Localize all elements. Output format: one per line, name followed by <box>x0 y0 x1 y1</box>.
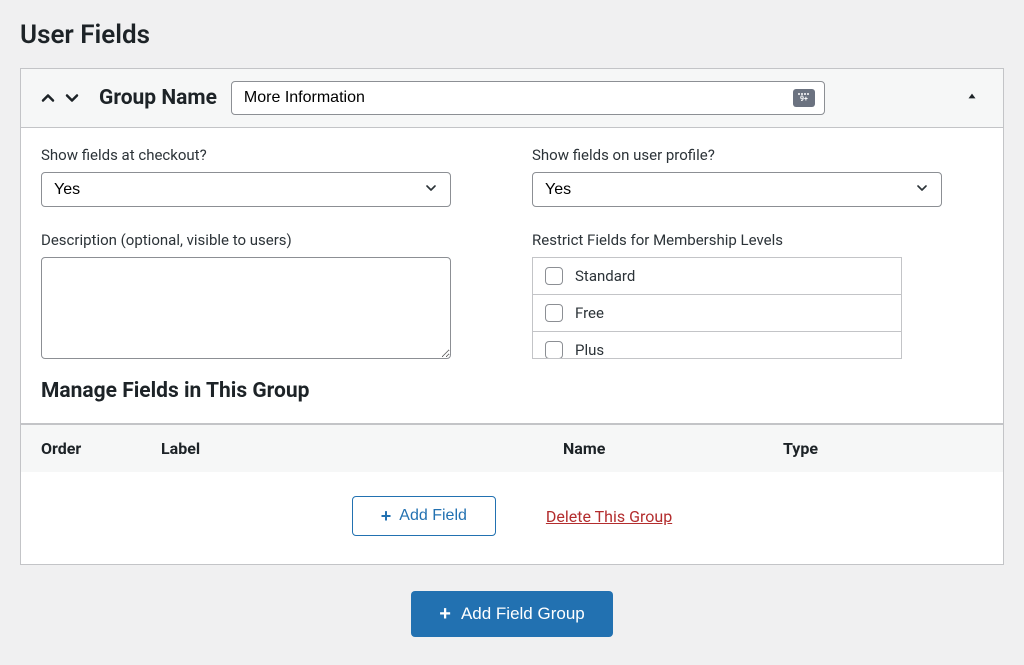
chevron-down-icon <box>62 88 82 108</box>
restrict-levels-field: Restrict Fields for Membership Levels St… <box>532 231 983 363</box>
show-profile-select[interactable]: Yes <box>532 172 942 207</box>
field-group-panel: Group Name 9+ Show fields at checkout? Y… <box>20 68 1004 565</box>
list-item[interactable]: Free <box>533 295 901 332</box>
list-item[interactable]: Standard <box>533 258 901 295</box>
fields-actions-row: + Add Field Delete This Group <box>21 472 1003 564</box>
fields-table-header: Order Label Name Type <box>21 423 1003 472</box>
plus-icon: + <box>381 507 392 525</box>
level-label: Plus <box>575 341 604 359</box>
column-header-type: Type <box>783 439 983 458</box>
show-checkout-field: Show fields at checkout? Yes <box>41 146 492 207</box>
collapse-toggle-button[interactable] <box>965 89 979 107</box>
show-profile-label: Show fields on user profile? <box>532 146 983 164</box>
move-up-button[interactable] <box>37 87 59 109</box>
group-header: Group Name 9+ <box>21 69 1003 128</box>
group-name-input-wrapper: 9+ <box>231 81 825 115</box>
group-name-input[interactable] <box>231 81 825 115</box>
plus-icon: + <box>439 604 451 624</box>
triangle-up-icon <box>965 89 979 103</box>
footer-actions: + Add Field Group <box>20 565 1004 645</box>
restrict-levels-list: Standard Free Plus <box>532 257 902 359</box>
checkbox[interactable] <box>545 341 563 359</box>
show-checkout-select[interactable]: Yes <box>41 172 451 207</box>
group-body: Show fields at checkout? Yes Show fields… <box>21 128 1003 423</box>
chevron-up-icon <box>38 88 58 108</box>
show-profile-field: Show fields on user profile? Yes <box>532 146 983 207</box>
column-header-label: Label <box>161 439 563 458</box>
checkbox[interactable] <box>545 267 563 285</box>
list-item[interactable]: Plus <box>533 332 901 359</box>
show-checkout-label: Show fields at checkout? <box>41 146 492 164</box>
description-textarea[interactable] <box>41 257 451 359</box>
add-field-button[interactable]: + Add Field <box>352 496 496 536</box>
checkbox[interactable] <box>545 304 563 322</box>
description-field: Description (optional, visible to users) <box>41 231 492 363</box>
description-label: Description (optional, visible to users) <box>41 231 492 249</box>
add-field-label: Add Field <box>399 507 467 525</box>
move-down-button[interactable] <box>61 87 83 109</box>
level-label: Standard <box>575 267 635 285</box>
manage-fields-heading: Manage Fields in This Group <box>41 379 983 403</box>
password-manager-icon[interactable]: 9+ <box>793 89 815 107</box>
add-field-group-button[interactable]: + Add Field Group <box>411 591 612 637</box>
move-buttons <box>37 87 83 109</box>
column-header-order: Order <box>41 439 161 458</box>
add-group-label: Add Field Group <box>461 604 585 624</box>
delete-group-link[interactable]: Delete This Group <box>546 507 672 526</box>
group-name-label: Group Name <box>99 86 217 110</box>
restrict-levels-label: Restrict Fields for Membership Levels <box>532 231 983 249</box>
level-label: Free <box>575 304 604 322</box>
page-title: User Fields <box>20 20 1004 50</box>
column-header-name: Name <box>563 439 783 458</box>
